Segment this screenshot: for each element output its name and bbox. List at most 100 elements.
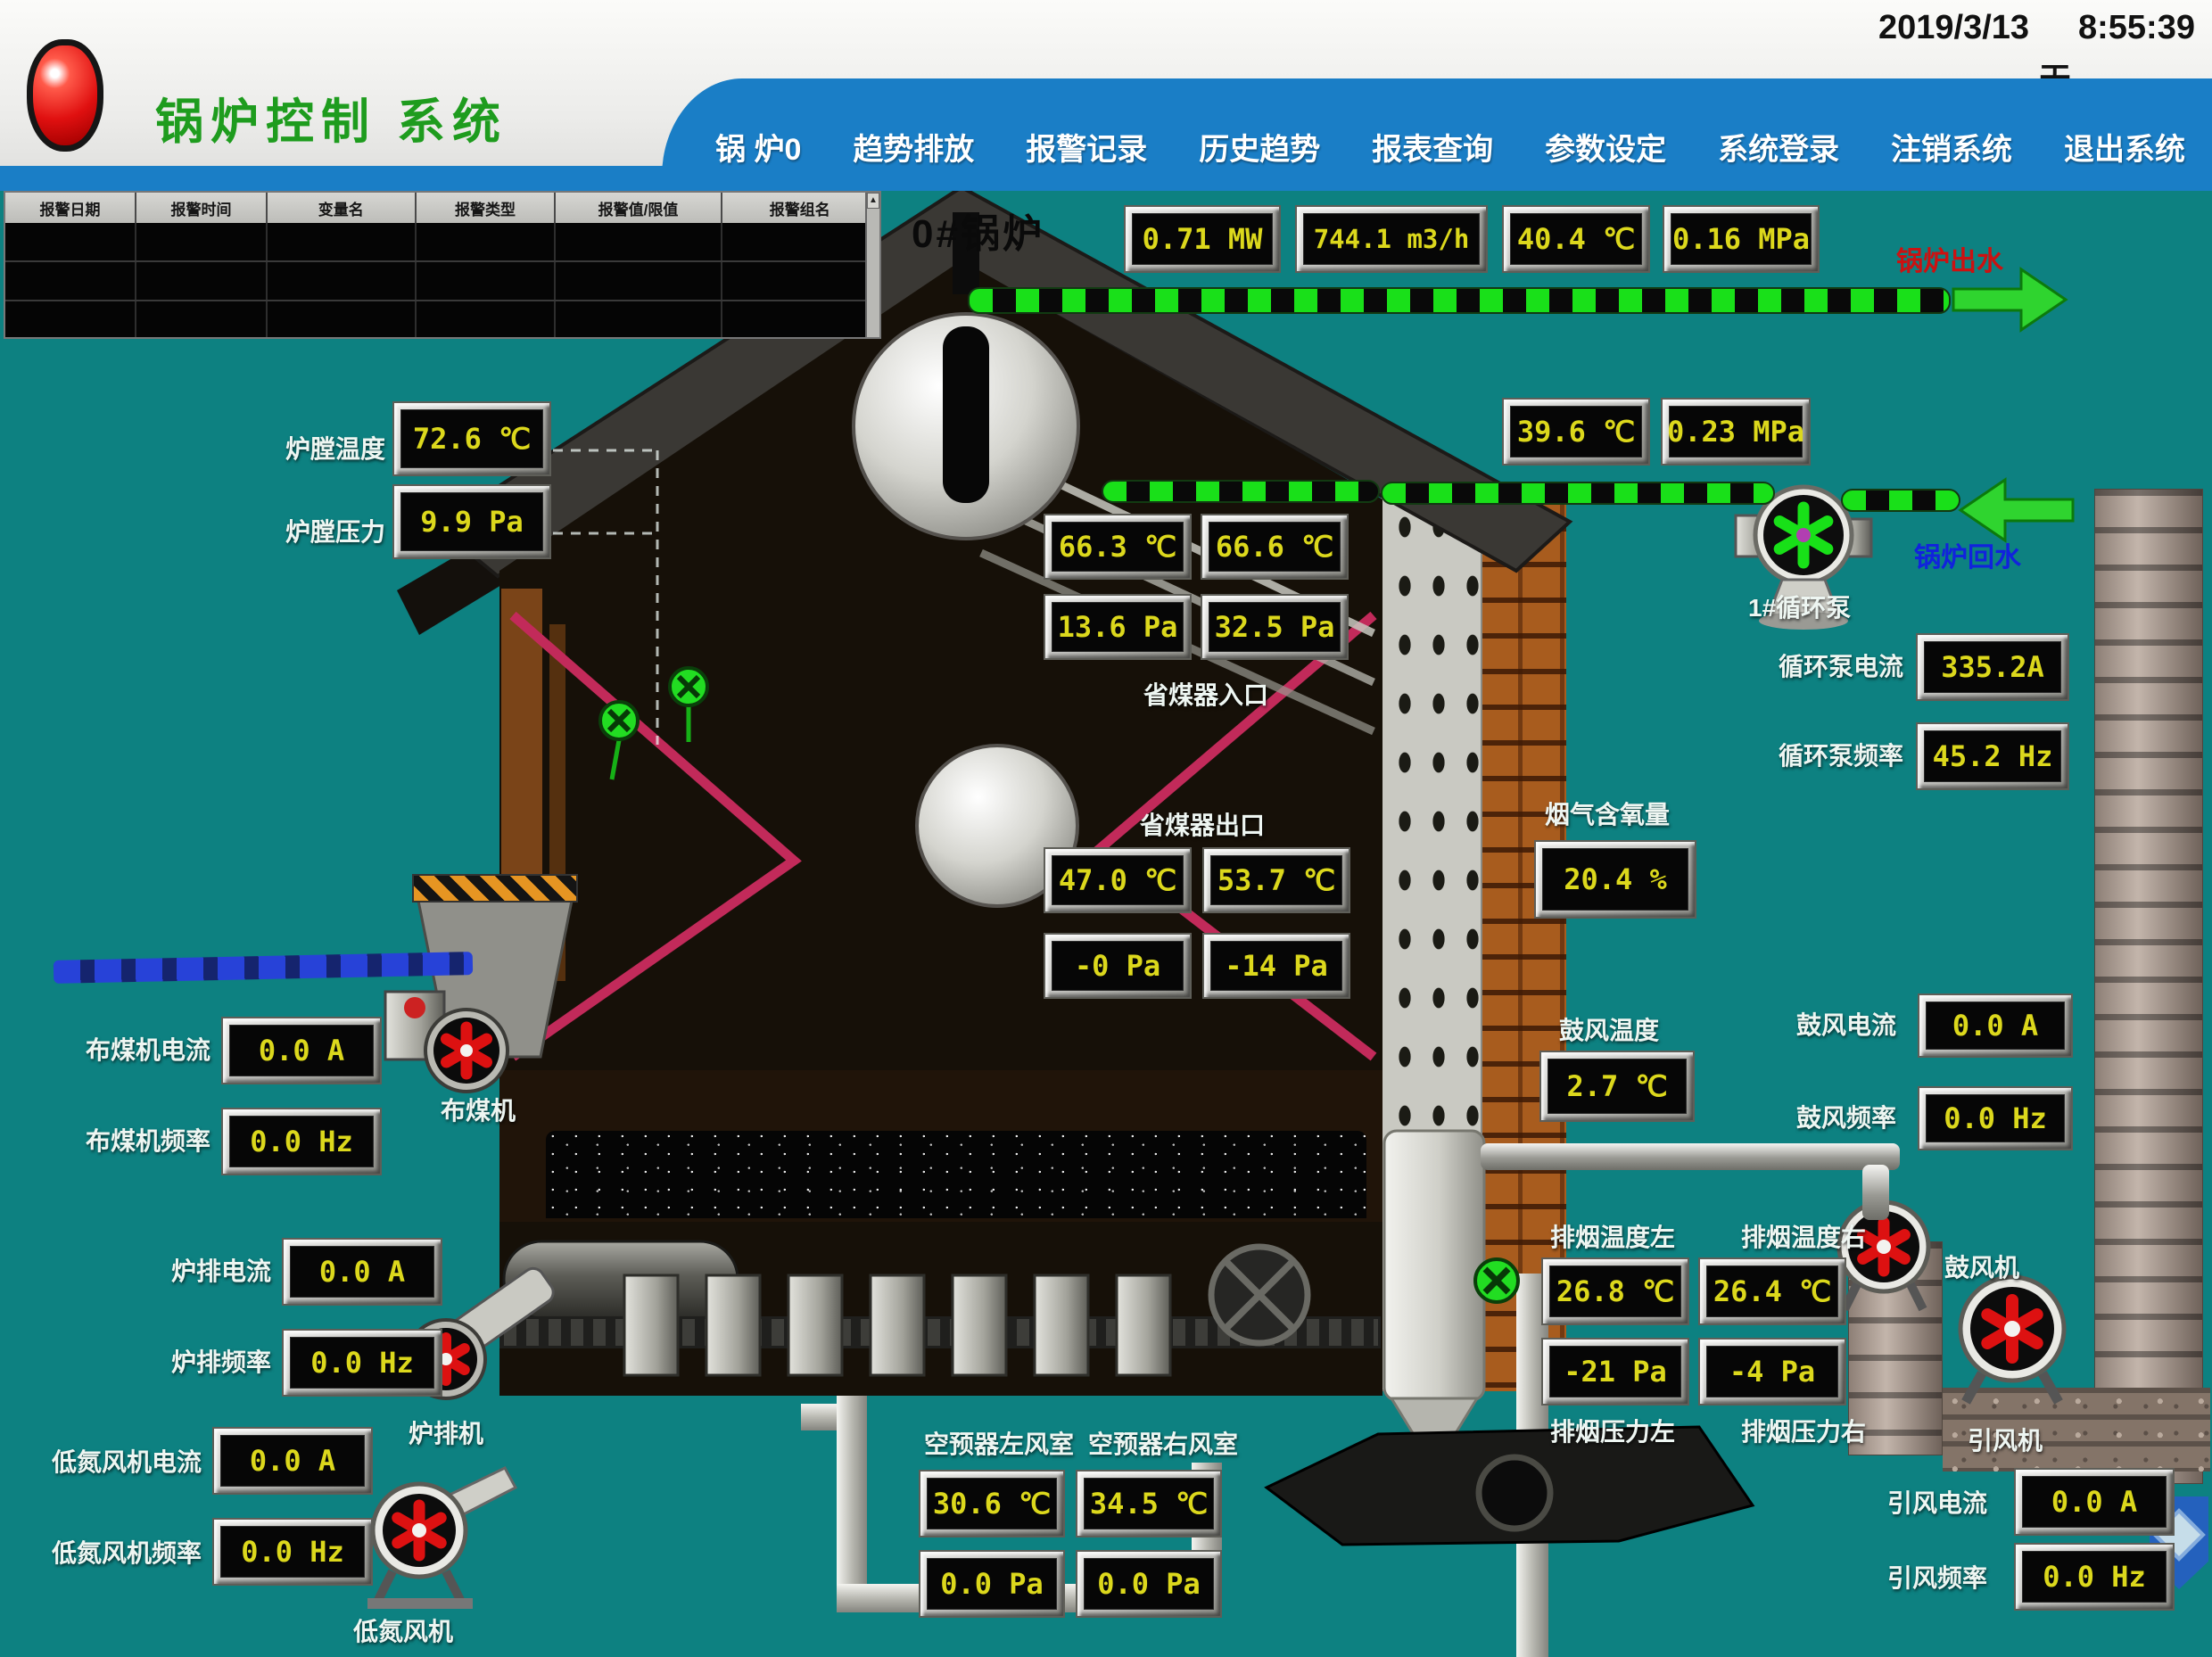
supply-water-label: 锅炉出水 [1896, 239, 2003, 278]
coal-feeder-fan-icon[interactable] [425, 1010, 508, 1092]
eco-inlet-press2-display: 32.5 Pa [1201, 594, 1349, 660]
coal-bed [546, 1131, 1366, 1218]
grate-freq-display: 0.0 Hz [282, 1329, 442, 1397]
nav-report-query[interactable]: 报表查询 [1372, 125, 1493, 169]
furnace-press-label: 炉膛压力 [285, 513, 385, 548]
preheater-left-temp-display: 30.6 ℃ [919, 1470, 1065, 1537]
alarm-table-scrollbar[interactable]: ▲ [865, 193, 879, 337]
pump-current-display: 335.2A [1916, 633, 2069, 701]
eco-outlet-temp1-display: 47.0 ℃ [1044, 847, 1192, 913]
alarm-lamp-icon[interactable] [27, 39, 103, 152]
blast-fan-label: 鼓风机 [1944, 1249, 2019, 1284]
alarm-table-header: 报警日期 报警时间 变量名 报警类型 报警值/限值 报警组名 [5, 193, 879, 223]
eco-inlet-temp1-display: 66.3 ℃ [1044, 514, 1192, 580]
col-alarm-type: 报警类型 [417, 193, 557, 223]
boiler-title: 0#锅炉 [912, 202, 1044, 259]
scroll-up-arrow[interactable]: ▲ [867, 193, 879, 209]
page-title: 锅炉控制 系统 [155, 82, 508, 153]
feeder-current-label: 布煤机电流 [86, 1031, 210, 1067]
col-alarm-group: 报警组名 [722, 193, 879, 223]
return-water-label: 锅炉回水 [1914, 535, 2021, 574]
dust-collector [1384, 1131, 1484, 1400]
preheater-right-label: 空预器右风室 [1088, 1425, 1238, 1461]
preheater-right-temp-display: 34.5 ℃ [1076, 1470, 1222, 1537]
eco-inlet-press1-display: 13.6 Pa [1044, 594, 1192, 660]
flue-temp-left-label: 排烟温度左 [1550, 1218, 1675, 1254]
flue-damper-indicator-icon[interactable] [1475, 1259, 1518, 1302]
blast-freq-display: 0.0 Hz [1918, 1086, 2073, 1150]
induced-current-label: 引风电流 [1887, 1484, 1987, 1520]
blast-current-display: 0.0 A [1918, 993, 2073, 1058]
lownox-freq-display: 0.0 Hz [212, 1518, 373, 1586]
induced-fan-name-label: 引风机 [1968, 1422, 2043, 1457]
return-water-pipe-right [1841, 489, 1960, 512]
time-text: 8:55:39 [2078, 9, 2195, 47]
feeder-freq-label: 布煤机频率 [86, 1122, 210, 1158]
oxygen-label: 烟气含氧量 [1545, 796, 1670, 831]
pump-freq-label: 循环泵频率 [1779, 737, 1903, 772]
feeder-name-label: 布煤机 [441, 1092, 516, 1127]
flue-press-left-label: 排烟压力左 [1550, 1413, 1675, 1448]
return-water-pipe-left [1381, 482, 1775, 505]
induced-freq-label: 引风频率 [1887, 1559, 1987, 1595]
supply-flow-arrow-icon [1953, 269, 2066, 330]
flue-temp-right-label: 排烟温度右 [1741, 1218, 1866, 1254]
grate-current-display: 0.0 A [282, 1238, 442, 1306]
boiler-hmi-screen: 锅炉控制 系统 2019/3/13 8:55:39 天 锅 炉0 趋势排放 报警… [0, 0, 2212, 1657]
grate-current-label: 炉排电流 [171, 1252, 271, 1288]
flue-press-left-display: -21 Pa [1541, 1338, 1689, 1406]
lownox-name-label: 低氮风机 [353, 1612, 453, 1648]
eco-outlet-temp2-display: 53.7 ℃ [1202, 847, 1350, 913]
preheater-right-press-display: 0.0 Pa [1076, 1550, 1222, 1618]
nav-boiler0[interactable]: 锅 炉0 [715, 125, 801, 169]
eco-outlet-press2-display: -14 Pa [1202, 933, 1350, 999]
blast-air-duct-elbow [1862, 1165, 1889, 1220]
flue-temp-left-display: 26.8 ℃ [1541, 1257, 1689, 1325]
ash-roller [1479, 1457, 1550, 1529]
lownox-current-display: 0.0 A [212, 1427, 373, 1495]
preheater-left-press-display: 0.0 Pa [919, 1550, 1065, 1618]
alarm-table: 报警日期 报警时间 变量名 报警类型 报警值/限值 报警组名 ▲ [4, 191, 881, 339]
oxygen-display: 20.4 % [1534, 840, 1696, 919]
drum-feed-pipe [1102, 480, 1380, 503]
nav-param-setting[interactable]: 参数设定 [1545, 125, 1666, 169]
induced-freq-display: 0.0 Hz [2014, 1543, 2175, 1611]
pump-current-label: 循环泵电流 [1779, 647, 1903, 683]
air-chamber-blocks [624, 1275, 1170, 1375]
pump-name-label: 1#循环泵 [1748, 589, 1851, 624]
nav-logout[interactable]: 注销系统 [1891, 125, 2012, 169]
nav-system-login[interactable]: 系统登录 [1718, 125, 1839, 169]
lownox-freq-label: 低氮风机频率 [52, 1534, 202, 1570]
blast-temp-display: 2.7 ℃ [1539, 1051, 1695, 1122]
nav-trend-emission[interactable]: 趋势排放 [853, 125, 974, 169]
col-alarm-date: 报警日期 [5, 193, 136, 223]
feeder-freq-display: 0.0 Hz [221, 1108, 382, 1175]
flow-display: 744.1 m3/h [1295, 205, 1488, 273]
return-temp-display: 39.6 ℃ [1502, 398, 1650, 466]
nav-history-trend[interactable]: 历史趋势 [1199, 125, 1320, 169]
grate-name-label: 炉排机 [409, 1414, 483, 1450]
blast-current-label: 鼓风电流 [1796, 1006, 1896, 1042]
low-nox-fan-icon[interactable] [373, 1484, 466, 1577]
nav-alarm-log[interactable]: 报警记录 [1026, 125, 1147, 169]
economizer-outlet-label: 省煤器出口 [1140, 806, 1265, 842]
nav-exit[interactable]: 退出系统 [2064, 125, 2185, 169]
flue-press-right-display: -4 Pa [1698, 1338, 1846, 1406]
economizer-inlet-label: 省煤器入口 [1143, 676, 1268, 712]
date-text: 2019/3/13 [1878, 9, 2029, 47]
col-alarm-value: 报警值/限值 [556, 193, 722, 223]
induced-fan-icon[interactable] [1960, 1277, 2064, 1381]
blast-temp-label: 鼓风温度 [1559, 1011, 1659, 1047]
eco-inlet-temp2-display: 66.6 ℃ [1201, 514, 1349, 580]
furnace-temp-display: 72.6 ℃ [392, 401, 551, 476]
supply-water-pipe [968, 287, 1951, 314]
flue-temp-right-display: 26.4 ℃ [1698, 1257, 1846, 1325]
grate-freq-label: 炉排频率 [171, 1343, 271, 1379]
return-press-display: 0.23 MPa [1661, 398, 1811, 466]
flue-press-right-label: 排烟压力右 [1741, 1413, 1866, 1448]
col-var-name: 变量名 [268, 193, 417, 223]
blast-air-duct [1481, 1143, 1900, 1170]
drum-sight-slot [943, 326, 989, 503]
blast-freq-label: 鼓风频率 [1796, 1099, 1896, 1134]
pump-freq-display: 45.2 Hz [1916, 722, 2069, 790]
